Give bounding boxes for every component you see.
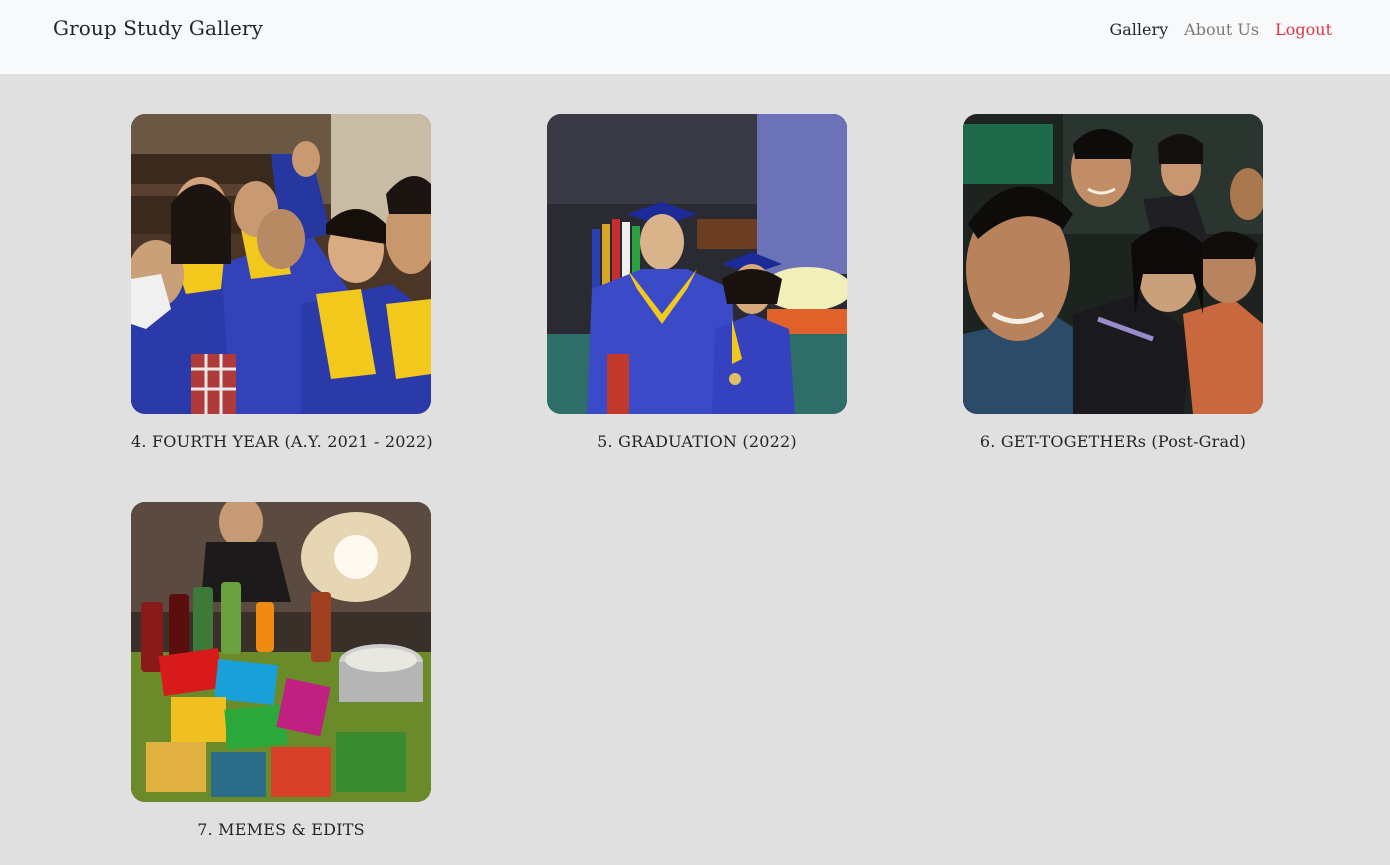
album-photo-get-togethers[interactable] xyxy=(963,114,1263,414)
album-card-memes-edits[interactable]: 7. MEMES & EDITS xyxy=(131,502,431,839)
nav-links: Gallery About Us Logout xyxy=(1109,20,1332,39)
brand-title[interactable]: Group Study Gallery xyxy=(53,16,263,40)
album-photo-memes-edits[interactable] xyxy=(131,502,431,802)
nav-logout-link[interactable]: Logout xyxy=(1275,20,1332,39)
album-card-get-togethers[interactable]: 6. GET-TOGETHERs (Post-Grad) xyxy=(963,114,1263,451)
graduation-photo-image xyxy=(547,114,847,414)
album-photo-graduation[interactable] xyxy=(547,114,847,414)
nav-gallery-link[interactable]: Gallery xyxy=(1109,20,1168,39)
album-title[interactable]: 5. GRADUATION (2022) xyxy=(547,432,847,451)
fourth-year-photo-image xyxy=(131,114,431,414)
album-photo-fourth-year[interactable] xyxy=(131,114,431,414)
album-title[interactable]: 6. GET-TOGETHERs (Post-Grad) xyxy=(963,432,1263,451)
navbar: Group Study Gallery Gallery About Us Log… xyxy=(0,0,1390,74)
album-title[interactable]: 7. MEMES & EDITS xyxy=(131,820,431,839)
album-card-fourth-year[interactable]: 4. FOURTH YEAR (A.Y. 2021 - 2022) xyxy=(131,114,433,451)
album-card-graduation[interactable]: 5. GRADUATION (2022) xyxy=(547,114,847,451)
album-title[interactable]: 4. FOURTH YEAR (A.Y. 2021 - 2022) xyxy=(131,432,433,451)
get-togethers-photo-image xyxy=(963,114,1263,414)
memes-edits-photo-image xyxy=(131,502,431,802)
nav-about-us-link[interactable]: About Us xyxy=(1184,20,1259,39)
